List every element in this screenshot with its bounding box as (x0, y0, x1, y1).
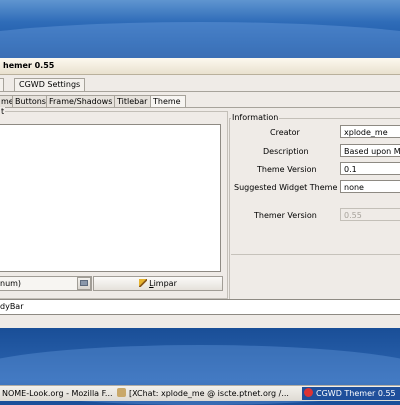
outer-tab-divider (0, 91, 400, 92)
taskbar-item-xchat[interactable]: [XChat: xplode_me @ iscte.ptnet.org /... (115, 387, 302, 400)
window-titlebar[interactable]: hemer 0.55 (0, 58, 400, 75)
taskbar: NOME-Look.org - Mozilla F... [XChat: xpl… (0, 385, 400, 401)
taskbar-item-mozilla[interactable]: NOME-Look.org - Mozilla F... (0, 387, 112, 400)
clear-button-label: impar (153, 279, 177, 288)
suggested-widget-theme-label: Suggested Widget Theme (234, 183, 338, 192)
window-title: hemer 0.55 (3, 61, 55, 70)
tab-buttons[interactable]: Buttons (12, 95, 48, 107)
tab-titlebar[interactable]: Titlebar (114, 95, 152, 107)
taskbar-item-cgwd-themer[interactable]: CGWD Themer 0.55 (302, 387, 400, 400)
clear-button[interactable]: Limpar (93, 276, 223, 291)
themer-version-field: 0.55 (340, 208, 400, 221)
creator-label: Creator (270, 128, 300, 137)
description-label: Description (263, 147, 309, 156)
window-bottom (0, 316, 400, 328)
theme-version-label: Theme Version (257, 165, 317, 174)
xchat-icon (117, 388, 126, 397)
description-field[interactable]: Based upon M (340, 144, 400, 157)
theme-text-area[interactable] (0, 124, 221, 272)
inner-tab-divider (0, 107, 400, 108)
taskbar-item-mozilla-label: NOME-Look.org - Mozilla F... (2, 389, 112, 398)
themer-window: hemer 0.55 CGWD Settings me Buttons Fram… (0, 58, 400, 328)
taskbar-item-cgwd-label: CGWD Themer 0.55 (316, 389, 396, 398)
tab-frame-shadows[interactable]: Frame/Shadows (46, 95, 116, 107)
information-title: Information (231, 113, 280, 122)
suggested-widget-theme-field[interactable]: none (340, 180, 400, 193)
cgwd-themer-icon (304, 388, 313, 397)
themer-version-label: Themer Version (254, 211, 317, 220)
tab-cgwd-settings[interactable]: CGWD Settings (14, 78, 86, 91)
folder-icon (80, 280, 88, 286)
tab-partial-left[interactable] (0, 78, 4, 91)
info-separator (231, 254, 400, 255)
creator-field[interactable]: xplode_me (340, 125, 400, 138)
left-frame: t num) Limpar (0, 107, 228, 299)
taskbar-item-xchat-label: [XChat: xplode_me @ iscte.ptnet.org /... (129, 389, 289, 398)
broom-icon (139, 279, 148, 287)
open-file-button[interactable] (77, 277, 91, 290)
theme-version-field[interactable]: 0.1 (340, 162, 400, 175)
status-bar: dyBar (0, 299, 400, 315)
left-frame-title: t (0, 107, 6, 116)
status-text: dyBar (0, 302, 24, 311)
